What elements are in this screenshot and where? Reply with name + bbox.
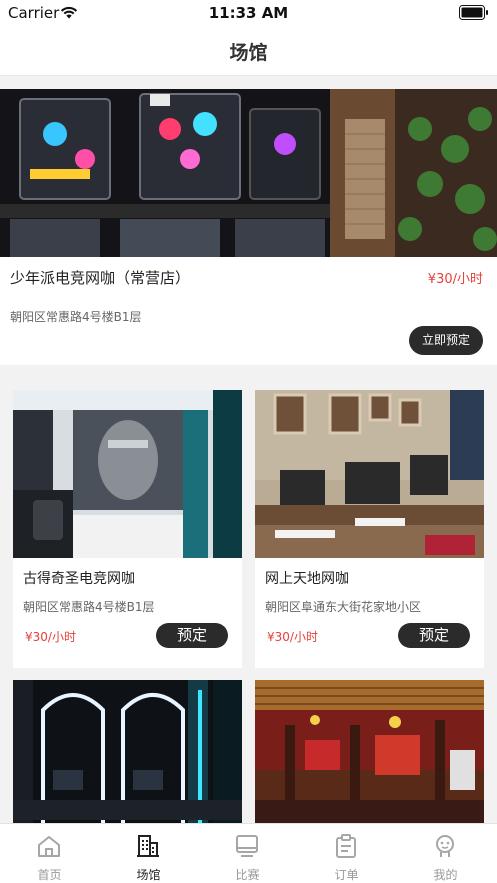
- monitor-icon: [236, 835, 258, 857]
- tab-bar: 首页 场馆 比赛 订单 我的: [0, 823, 497, 883]
- venue-address: 朝阳区阜通东大街花家地小区: [265, 600, 422, 614]
- tab-label: 订单: [334, 868, 359, 882]
- venue-card[interactable]: 古得奇圣电竞网咖 朝阳区常惠路4号楼B1层 ¥30/小时 预定: [13, 390, 242, 668]
- venue-card[interactable]: 网上天地网咖 朝阳区阜通东大街花家地小区 ¥30/小时 预定: [255, 390, 484, 668]
- featured-venue-name: 少年派电竞网咖（常营店）: [10, 269, 191, 287]
- venue-photo: [255, 390, 484, 558]
- page-title: 场馆: [229, 42, 268, 64]
- tab-label: 我的: [433, 868, 458, 882]
- featured-venue-address: 朝阳区常惠路4号楼B1层: [10, 310, 142, 324]
- venue-card[interactable]: [255, 680, 484, 823]
- person-icon: [436, 835, 454, 857]
- home-icon: [38, 836, 60, 857]
- venue-list[interactable]: 少年派电竞网咖（常营店） ¥30/小时 朝阳区常惠路4号楼B1层 立即预定 古得…: [0, 77, 497, 823]
- venue-price: ¥30/小时: [25, 630, 76, 644]
- featured-venue-photo: [0, 89, 497, 257]
- tab-profile[interactable]: 我的: [396, 824, 495, 883]
- tab-matches[interactable]: 比赛: [198, 824, 297, 883]
- venue-photo: [13, 390, 242, 558]
- venue-name: 网上天地网咖: [265, 571, 349, 587]
- battery-icon: [459, 5, 488, 20]
- venue-name: 古得奇圣电竞网咖: [23, 571, 135, 587]
- venue-price: ¥30/小时: [267, 630, 318, 644]
- venue-card[interactable]: [13, 680, 242, 823]
- featured-venue-card[interactable]: 少年派电竞网咖（常营店） ¥30/小时 朝阳区常惠路4号楼B1层 立即预定: [0, 89, 497, 365]
- status-bar: Carrier 11:33 AM: [0, 0, 497, 26]
- tab-label: 比赛: [235, 868, 260, 882]
- tab-label: 首页: [37, 868, 62, 882]
- clipboard-icon: [336, 834, 356, 858]
- tab-label: 场馆: [136, 868, 161, 882]
- venue-address: 朝阳区常惠路4号楼B1层: [23, 600, 155, 614]
- venue-photo: [255, 680, 484, 823]
- book-button[interactable]: 预定: [156, 623, 228, 648]
- tab-venues[interactable]: 场馆: [99, 824, 198, 883]
- book-button[interactable]: 预定: [398, 623, 470, 648]
- featured-venue-price: ¥30/小时: [427, 272, 483, 287]
- nav-bar: 场馆: [0, 26, 497, 76]
- venue-photo: [13, 680, 242, 823]
- tab-home[interactable]: 首页: [0, 824, 99, 883]
- clock: 11:33 AM: [208, 4, 289, 22]
- tab-orders[interactable]: 订单: [297, 824, 396, 883]
- book-now-button[interactable]: 立即预定: [409, 326, 483, 355]
- building-icon: [137, 835, 159, 857]
